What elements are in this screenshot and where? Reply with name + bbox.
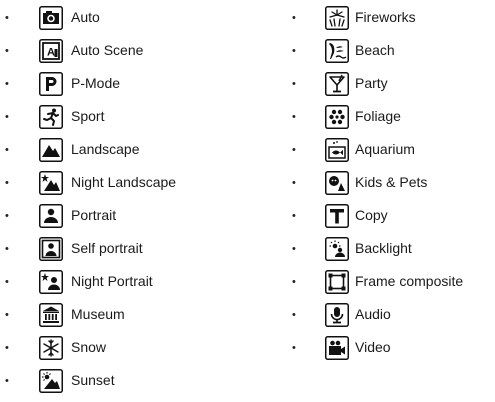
auto-scene-icon: A bbox=[39, 39, 63, 63]
list-item-label: Video bbox=[355, 339, 391, 355]
landscape-icon bbox=[39, 138, 63, 162]
svg-text:A: A bbox=[47, 47, 55, 59]
self-portrait-icon bbox=[39, 237, 63, 261]
list-item-label: Copy bbox=[355, 207, 388, 223]
list-item-label: Sunset bbox=[71, 372, 115, 388]
snow-icon bbox=[39, 336, 63, 360]
list-item-label: Museum bbox=[71, 306, 125, 322]
list-item-label: Night Portrait bbox=[71, 273, 153, 289]
museum-icon bbox=[39, 303, 63, 327]
bullet: • bbox=[5, 12, 9, 24]
list-item-label: Night Landscape bbox=[71, 174, 177, 190]
night-landscape-icon bbox=[39, 171, 63, 195]
bullet: • bbox=[292, 12, 296, 24]
bullet: • bbox=[292, 45, 296, 57]
video-icon bbox=[325, 336, 349, 360]
p-mode-icon bbox=[39, 72, 63, 96]
list-item-label: Auto Scene bbox=[71, 42, 144, 58]
kids-pets-icon bbox=[325, 171, 349, 195]
list-item-label: Portrait bbox=[71, 207, 117, 223]
foliage-icon bbox=[325, 105, 349, 129]
audio-icon bbox=[325, 303, 349, 327]
list-item-label: Aquarium bbox=[355, 141, 415, 157]
portrait-icon bbox=[39, 204, 63, 228]
sport-icon bbox=[39, 105, 63, 129]
list-item-label: Backlight bbox=[355, 240, 412, 256]
fireworks-icon bbox=[325, 6, 349, 30]
list-item-label: Self portrait bbox=[71, 240, 143, 256]
bullet: • bbox=[292, 276, 296, 288]
bullet: • bbox=[5, 243, 9, 255]
list-item-label: Frame composite bbox=[355, 273, 464, 289]
list-item-label: Sport bbox=[71, 108, 105, 124]
night-portrait-icon bbox=[39, 270, 63, 294]
bullet: • bbox=[5, 45, 9, 57]
backlight-icon bbox=[325, 237, 349, 261]
list-item-label: Party bbox=[355, 75, 388, 91]
list-item-label: Landscape bbox=[71, 141, 140, 157]
bullet: • bbox=[5, 78, 9, 90]
frame-composite-icon bbox=[325, 270, 349, 294]
bullet: • bbox=[5, 276, 9, 288]
list-item-label: Fireworks bbox=[355, 9, 416, 25]
bullet: • bbox=[5, 144, 9, 156]
bullet: • bbox=[292, 177, 296, 189]
bullet: • bbox=[292, 144, 296, 156]
list-item-label: Snow bbox=[71, 339, 107, 355]
camera-icon bbox=[39, 6, 63, 30]
bullet: • bbox=[292, 309, 296, 321]
bullet: • bbox=[5, 342, 9, 354]
list-item-label: Foliage bbox=[355, 108, 401, 124]
aquarium-icon bbox=[325, 138, 349, 162]
bullet: • bbox=[5, 210, 9, 222]
sunset-icon bbox=[39, 369, 63, 393]
party-icon bbox=[325, 72, 349, 96]
beach-icon bbox=[325, 39, 349, 63]
bullet: • bbox=[5, 309, 9, 321]
bullet: • bbox=[5, 111, 9, 123]
bullet: • bbox=[292, 111, 296, 123]
bullet: • bbox=[292, 78, 296, 90]
list-item-label: Auto bbox=[71, 9, 100, 25]
bullet: • bbox=[292, 210, 296, 222]
list-item-label: Kids & Pets bbox=[355, 174, 428, 190]
bullet: • bbox=[292, 243, 296, 255]
list-item-label: Beach bbox=[355, 42, 395, 58]
bullet: • bbox=[5, 375, 9, 387]
list-item-label: P-Mode bbox=[71, 75, 121, 91]
bullet: • bbox=[292, 342, 296, 354]
copy-icon bbox=[325, 204, 349, 228]
list-item-label: Audio bbox=[355, 306, 391, 322]
bullet: • bbox=[5, 177, 9, 189]
